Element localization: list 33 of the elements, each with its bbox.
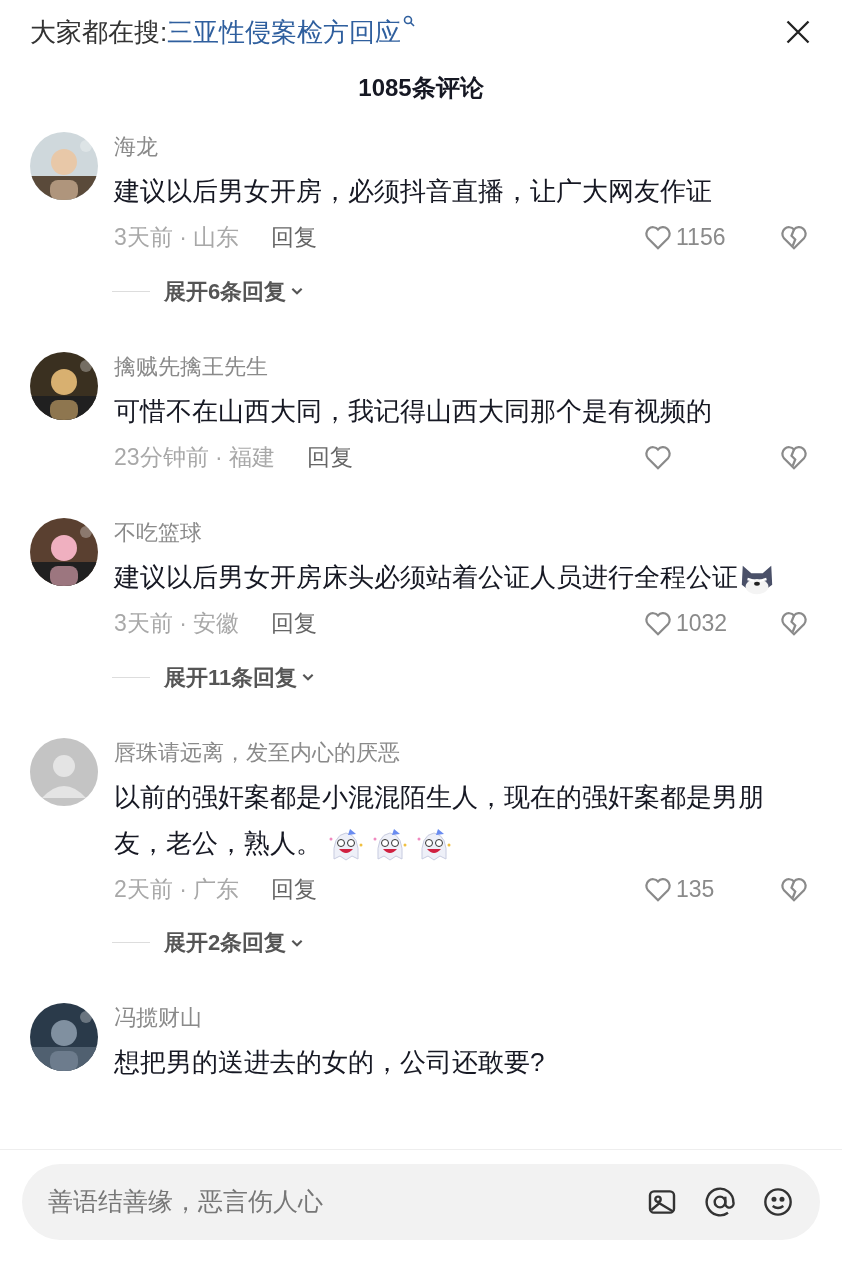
- like-count: 1032: [676, 609, 728, 638]
- comment-author[interactable]: 不吃篮球: [114, 518, 810, 548]
- like-count: 135: [676, 874, 715, 904]
- comment-time-location: 3天前 · 山东: [114, 223, 240, 252]
- comment-text: 可惜不在山西大同，我记得山西大同那个是有视频的: [114, 394, 713, 428]
- trending-search-link[interactable]: 三亚性侵案检方回应: [167, 12, 416, 52]
- comment-count-title: 1085条评论: [358, 73, 484, 103]
- reply-button[interactable]: 回复: [271, 606, 318, 641]
- comment-text: 建议以后男女开房床头必须站着公证人员进行全程公证: [114, 554, 810, 600]
- reply-button[interactable]: 回复: [271, 220, 318, 255]
- at-sign-icon[interactable]: [704, 1186, 736, 1218]
- search-icon: [403, 14, 416, 27]
- comment-time-location: 3天前 · 安徽: [114, 609, 240, 638]
- expand-replies-button[interactable]: 展开6条回复: [164, 274, 305, 308]
- comment-text: 以前的强奸案都是小混混陌生人，现在的强奸案都是男朋友，老公，熟人。: [114, 773, 810, 866]
- comment-author[interactable]: 冯揽财山: [114, 1003, 810, 1033]
- expand-replies-button[interactable]: 展开2条回复: [164, 926, 305, 959]
- comment-time-location: 2天前 · 广东: [114, 874, 240, 904]
- close-icon[interactable]: [784, 18, 812, 46]
- comment-time-location: 23分钟前 · 福建: [114, 442, 276, 472]
- search-label: 大家都在搜:: [30, 15, 168, 49]
- comment-author[interactable]: 擒贼先擒王先生: [114, 351, 810, 382]
- reply-button[interactable]: 回复: [307, 439, 354, 474]
- comment-author[interactable]: 海龙: [114, 132, 810, 162]
- comment-input-field[interactable]: 善语结善缘，恶言伤人心: [22, 1164, 820, 1240]
- comment-author[interactable]: 唇珠请远离，发至内心的厌恶: [114, 737, 810, 768]
- like-count: 1156: [676, 223, 726, 252]
- comment-text: 想把男的送进去的女的，公司还敢要?: [114, 1046, 546, 1079]
- smile-icon[interactable]: [762, 1186, 794, 1218]
- comment-text: 建议以后男女开房，必须抖音直播，让广大网友作证: [114, 175, 713, 208]
- reply-button[interactable]: 回复: [271, 871, 318, 906]
- comment-input[interactable]: 善语结善缘，恶言伤人心: [48, 1183, 620, 1221]
- expand-replies-button[interactable]: 展开11条回复: [164, 660, 316, 694]
